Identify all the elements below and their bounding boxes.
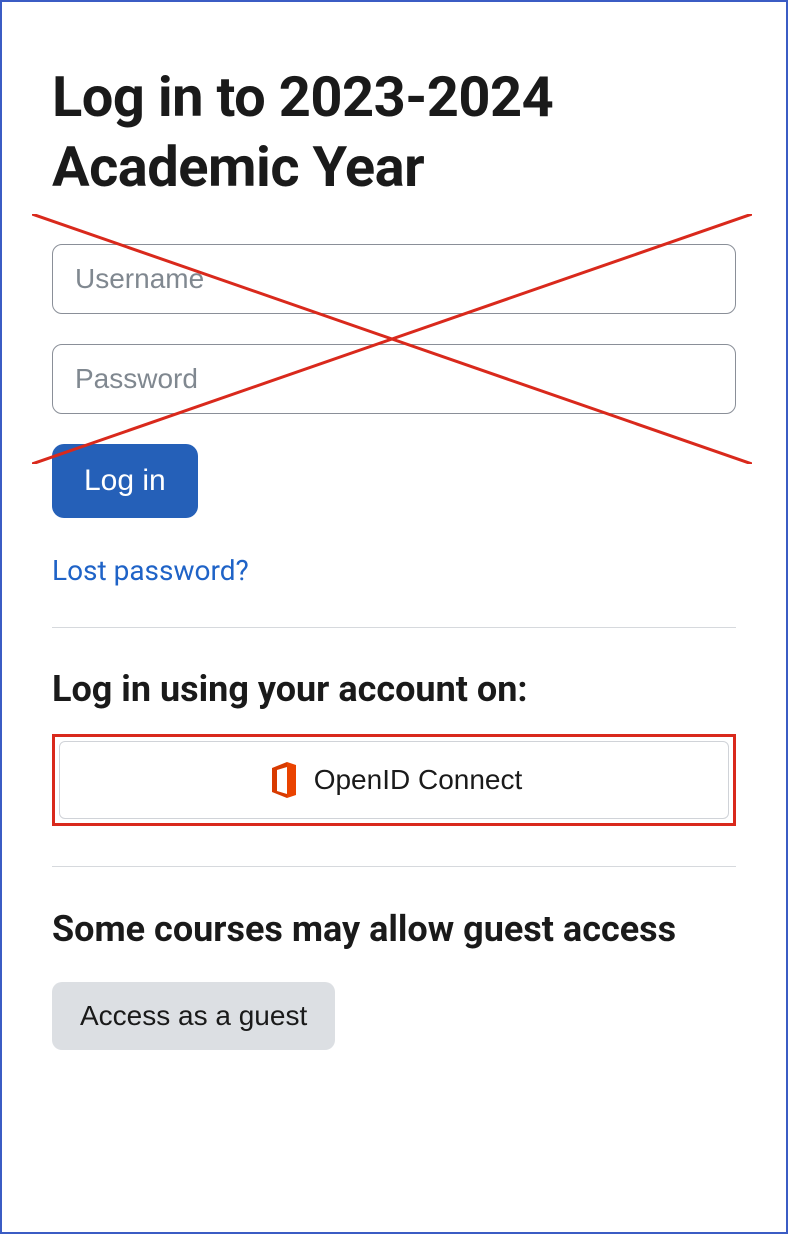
guest-heading: Some courses may allow guest access	[52, 907, 736, 952]
credentials-form	[52, 244, 736, 444]
guest-access-button[interactable]: Access as a guest	[52, 982, 335, 1050]
office-icon	[266, 760, 300, 800]
login-button[interactable]: Log in	[52, 444, 198, 518]
divider	[52, 866, 736, 867]
sso-heading: Log in using your account on:	[52, 668, 736, 710]
login-card: Log in to 2023-2024 Academic Year Log in…	[0, 0, 788, 1234]
openid-label: OpenID Connect	[314, 764, 523, 796]
page-title: Log in to 2023-2024 Academic Year	[52, 62, 736, 202]
divider	[52, 627, 736, 628]
username-input[interactable]	[52, 244, 736, 314]
openid-highlight-box: OpenID Connect	[52, 734, 736, 826]
openid-connect-button[interactable]: OpenID Connect	[59, 741, 729, 819]
password-input[interactable]	[52, 344, 736, 414]
lost-password-link[interactable]: Lost password?	[52, 554, 249, 587]
